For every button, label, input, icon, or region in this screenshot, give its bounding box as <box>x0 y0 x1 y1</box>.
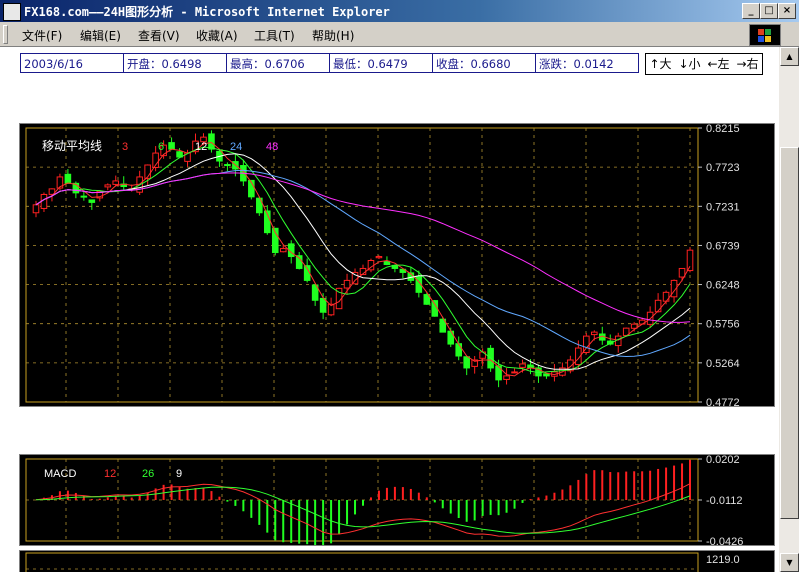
ma-line-12 <box>35 153 691 370</box>
pan-right-button[interactable]: →右 <box>736 54 758 74</box>
menu-view[interactable]: 查看(V) <box>138 27 180 44</box>
candle-body <box>64 173 72 184</box>
y-tick-label: 0.5756 <box>706 319 740 331</box>
candle-body <box>208 133 215 150</box>
maximize-button[interactable]: □ <box>760 3 778 19</box>
volume-chart: 1219.0 <box>19 550 775 572</box>
scroll-up-arrow-icon[interactable]: ▲ <box>780 47 799 66</box>
candle-body <box>112 180 120 185</box>
macd-tick-label: -0.0426 <box>706 536 743 545</box>
ma-line-48 <box>35 172 691 323</box>
menu-tools[interactable]: 工具(T) <box>254 27 295 44</box>
y-tick-label: 0.5264 <box>706 358 740 370</box>
candlestick-chart: 0.8215 0.7723 0.7231 0.6739 0.6248 0.5756 0.52… <box>19 123 775 407</box>
ma-legend-48: 48 <box>266 141 278 153</box>
quote-info-bar: 2003/6/16 开盘：0.6498 最高：0.6706 最低：0.6479 … <box>20 53 639 75</box>
toolbar-grip[interactable] <box>3 25 8 44</box>
candle-body <box>343 279 351 289</box>
candle-body <box>224 164 231 167</box>
candle-body <box>591 331 598 336</box>
candle-body <box>463 356 470 369</box>
ma-line-24 <box>35 169 691 358</box>
macd-tick-label: -0.0112 <box>706 495 743 507</box>
quote-date: 2003/6/16 <box>20 53 124 73</box>
y-tick-label: 0.7723 <box>706 162 740 174</box>
candle-body <box>32 204 40 214</box>
candle-body <box>543 373 550 377</box>
macd-title: MACD <box>44 468 76 480</box>
macd-dif-line <box>35 483 691 537</box>
y-tick-label: 0.6739 <box>706 240 740 252</box>
quote-open: 开盘：0.6498 <box>123 53 227 73</box>
candle-body <box>88 199 96 203</box>
candle-body <box>678 267 686 278</box>
volume-tick-label: 1219.0 <box>706 554 740 566</box>
zoom-out-button[interactable]: ↓小 <box>678 54 700 74</box>
chart-nav-controls: ↑大 ↓小 ←左 →右 <box>645 53 763 75</box>
ma-legend-6: 6 <box>158 141 164 153</box>
candle-body <box>104 184 112 188</box>
volume-chart-svg: 1219.0 <box>25 552 740 572</box>
candle-body <box>279 248 287 253</box>
page-content: 2003/6/16 开盘：0.6498 最高：0.6706 最低：0.6479 … <box>0 47 779 572</box>
y-tick-label: 0.6248 <box>706 280 740 292</box>
window-title: FX168.com——24H图形分析 - Microsoft Internet … <box>24 5 390 19</box>
menu-favorites[interactable]: 收藏(A) <box>196 27 238 44</box>
macd-chart-svg: 0.0202 -0.0112 -0.0426 MACD 12 26 9 <box>25 455 743 545</box>
ma-legend-12: 12 <box>195 141 207 153</box>
macd-chart: 0.0202 -0.0112 -0.0426 MACD 12 26 9 <box>19 454 775 546</box>
menu-help[interactable]: 帮助(H) <box>312 27 354 44</box>
quote-change: 涨跌：0.0142 <box>535 53 639 73</box>
candle-body <box>383 260 391 265</box>
windows-logo-icon <box>749 24 781 46</box>
vertical-scrollbar[interactable]: ▲ ▼ <box>779 47 799 572</box>
pan-left-button[interactable]: ←左 <box>707 54 729 74</box>
candle-body <box>375 256 383 259</box>
candlestick-chart-svg: 0.8215 0.7723 0.7231 0.6739 0.6248 0.5756 0.52… <box>25 124 740 406</box>
macd-param-9: 9 <box>176 468 182 480</box>
macd-param-12: 12 <box>104 468 116 480</box>
candle-body <box>662 291 670 302</box>
ma-legend-24: 24 <box>230 141 242 153</box>
close-button[interactable]: × <box>778 3 796 19</box>
quote-low: 最低：0.6479 <box>329 53 433 73</box>
candle-body <box>447 330 455 345</box>
scroll-thumb[interactable] <box>780 147 799 519</box>
y-tick-label: 0.8215 <box>706 124 740 135</box>
candle-body <box>511 371 518 374</box>
ma-line-3 <box>35 141 691 377</box>
quote-close: 收盘：0.6680 <box>432 53 536 73</box>
candle-body <box>503 375 510 380</box>
zoom-in-button[interactable]: ↑大 <box>649 54 671 74</box>
candle-body <box>80 195 88 198</box>
ma-line-6 <box>35 146 691 374</box>
macd-param-26: 26 <box>142 468 154 480</box>
ie-page-icon <box>3 3 21 21</box>
candle-body <box>654 299 662 313</box>
macd-dea-line <box>35 486 691 534</box>
menu-edit[interactable]: 编辑(E) <box>80 27 121 44</box>
candle-body <box>168 142 175 150</box>
macd-tick-label: 0.0202 <box>706 455 740 466</box>
menu-bar: 文件(F) 编辑(E) 查看(V) 收藏(A) 工具(T) 帮助(H) <box>0 22 799 47</box>
candle-body <box>455 343 463 357</box>
ma-legend-3: 3 <box>122 141 128 153</box>
candle-body <box>519 363 526 368</box>
quote-high: 最高：0.6706 <box>226 53 330 73</box>
scroll-down-arrow-icon[interactable]: ▼ <box>780 553 799 572</box>
y-tick-label: 0.4772 <box>706 397 740 406</box>
window-titlebar[interactable]: FX168.com——24H图形分析 - Microsoft Internet … <box>0 0 799 22</box>
menu-file[interactable]: 文件(F) <box>22 27 62 44</box>
ma-legend-title: 移动平均线 <box>42 139 102 153</box>
candle-body <box>686 249 694 272</box>
y-tick-label: 0.7231 <box>706 201 740 213</box>
minimize-button[interactable]: _ <box>742 3 760 19</box>
candle-body <box>319 297 327 313</box>
